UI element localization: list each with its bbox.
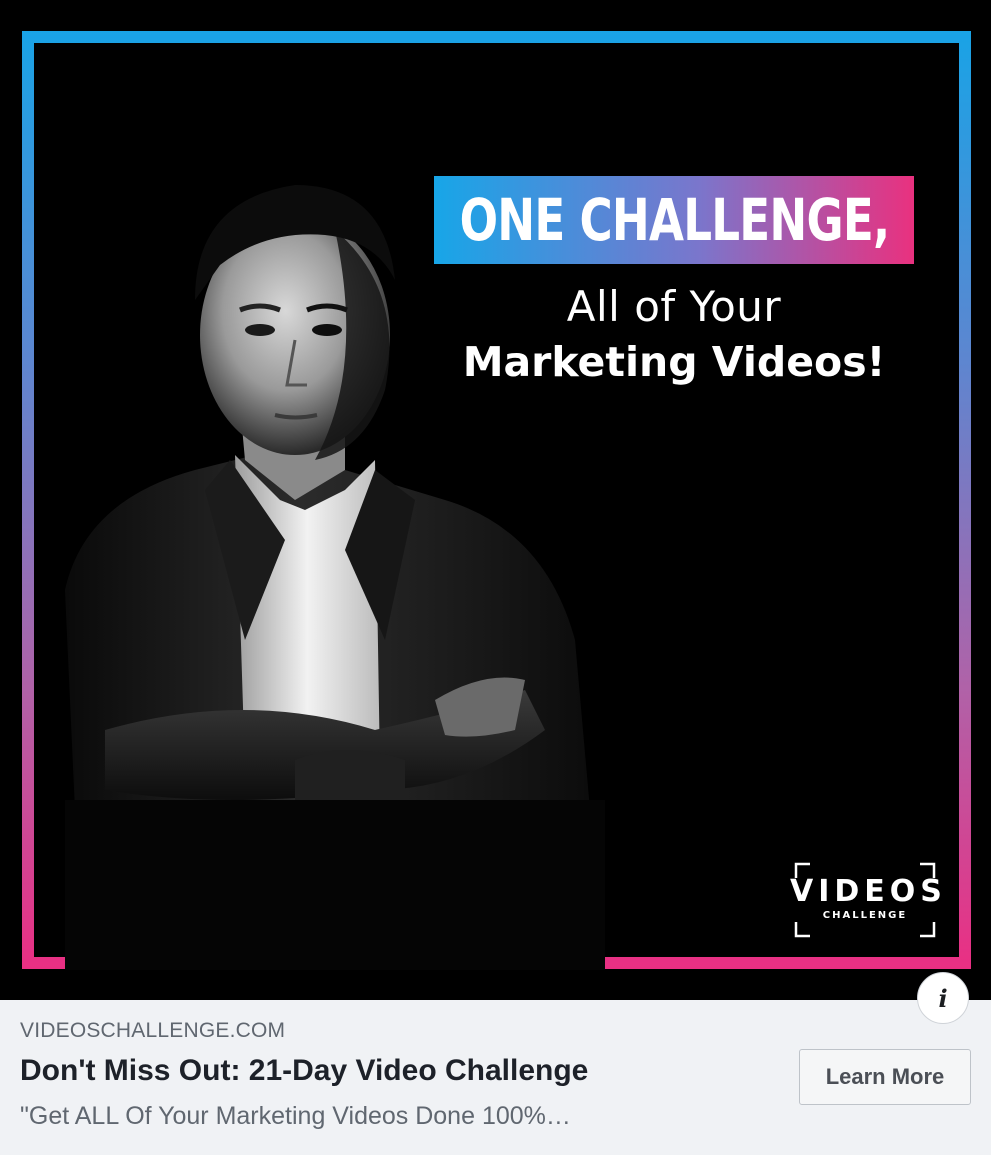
ad-domain: VIDEOSCHALLENGE.COM [20,1019,286,1042]
learn-more-button[interactable]: Learn More [799,1049,971,1105]
ad-card: ONE CHALLENGE, All of Your Marketing Vid… [0,0,991,1155]
subline-text: All of Your [566,282,782,331]
headline-text: ONE CHALLENGE, [459,186,890,254]
info-icon: i [938,983,948,1013]
videos-challenge-logo: VIDEOS CHALLENGE [790,860,947,940]
ad-footer[interactable]: VIDEOSCHALLENGE.COM Don't Miss Out: 21-D… [0,1000,991,1155]
logo-subword: CHALLENGE [822,910,908,921]
ad-creative-image[interactable]: ONE CHALLENGE, All of Your Marketing Vid… [0,0,991,1000]
ad-headline[interactable]: Don't Miss Out: 21-Day Video Challenge [20,1054,588,1088]
logo-word: VIDEOS [790,874,947,909]
info-button[interactable]: i [917,972,969,1024]
headline-banner: ONE CHALLENGE, [434,176,914,264]
subline-bold-text: Marketing Videos! [462,338,886,386]
ad-description: "Get ALL Of Your Marketing Videos Done 1… [20,1102,571,1130]
